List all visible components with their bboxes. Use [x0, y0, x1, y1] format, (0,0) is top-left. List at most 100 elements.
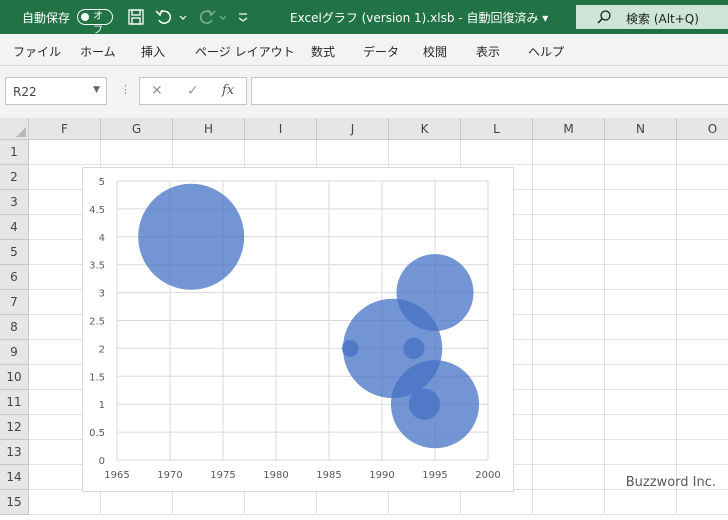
cell-l15[interactable] [461, 490, 533, 515]
tab-formulas[interactable]: 数式 [311, 43, 335, 60]
tab-home[interactable]: ホーム [80, 43, 116, 60]
cell-i15[interactable] [245, 490, 317, 515]
cell-o4[interactable] [677, 215, 728, 240]
cell-m1[interactable] [533, 140, 605, 165]
cell-m6[interactable] [533, 265, 605, 290]
row-header-10[interactable]: 10 [0, 365, 29, 390]
cell-n5[interactable] [605, 240, 677, 265]
cell-k1[interactable] [389, 140, 461, 165]
column-header-k[interactable]: K [389, 118, 461, 140]
cell-n8[interactable] [605, 315, 677, 340]
column-header-j[interactable]: J [317, 118, 389, 140]
cell-n13[interactable] [605, 440, 677, 465]
cell-o3[interactable] [677, 190, 728, 215]
column-header-f[interactable]: F [29, 118, 101, 140]
cell-o7[interactable] [677, 290, 728, 315]
row-header-7[interactable]: 7 [0, 290, 29, 315]
row-header-4[interactable]: 4 [0, 215, 29, 240]
row-header-5[interactable]: 5 [0, 240, 29, 265]
cell-o15[interactable] [677, 490, 728, 515]
cell-f1[interactable] [29, 140, 101, 165]
cell-m8[interactable] [533, 315, 605, 340]
row-header-15[interactable]: 15 [0, 490, 29, 515]
cell-m15[interactable] [533, 490, 605, 515]
undo-dropdown-icon[interactable] [178, 8, 188, 26]
document-title[interactable]: Excelグラフ (version 1).xlsb - 自動回復済み ▾ [290, 9, 548, 26]
name-box[interactable]: R22 ▼ [5, 77, 107, 105]
row-header-9[interactable]: 9 [0, 340, 29, 365]
cell-m11[interactable] [533, 390, 605, 415]
cell-n4[interactable] [605, 215, 677, 240]
row-header-12[interactable]: 12 [0, 415, 29, 440]
cell-i1[interactable] [245, 140, 317, 165]
column-header-o[interactable]: O [677, 118, 728, 140]
cell-o1[interactable] [677, 140, 728, 165]
cell-o13[interactable] [677, 440, 728, 465]
tab-insert[interactable]: 挿入 [141, 43, 165, 60]
cell-n7[interactable] [605, 290, 677, 315]
row-header-14[interactable]: 14 [0, 465, 29, 490]
cell-o6[interactable] [677, 265, 728, 290]
cell-m9[interactable] [533, 340, 605, 365]
cell-o2[interactable] [677, 165, 728, 190]
cell-h1[interactable] [173, 140, 245, 165]
cell-m4[interactable] [533, 215, 605, 240]
tab-data[interactable]: データ [363, 43, 399, 60]
cell-m5[interactable] [533, 240, 605, 265]
cell-o8[interactable] [677, 315, 728, 340]
row-header-6[interactable]: 6 [0, 265, 29, 290]
cell-o9[interactable] [677, 340, 728, 365]
cell-n11[interactable] [605, 390, 677, 415]
cell-h15[interactable] [173, 490, 245, 515]
cell-m13[interactable] [533, 440, 605, 465]
row-header-13[interactable]: 13 [0, 440, 29, 465]
cell-n3[interactable] [605, 190, 677, 215]
tab-help[interactable]: ヘルプ [528, 43, 564, 60]
cell-n15[interactable] [605, 490, 677, 515]
save-icon[interactable] [127, 8, 145, 26]
insert-function-icon[interactable]: fx [222, 83, 234, 98]
tab-file[interactable]: ファイル [13, 43, 61, 60]
cell-l1[interactable] [461, 140, 533, 165]
row-header-1[interactable]: 1 [0, 140, 29, 165]
cell-j15[interactable] [317, 490, 389, 515]
row-header-11[interactable]: 11 [0, 390, 29, 415]
cell-m14[interactable] [533, 465, 605, 490]
tab-review[interactable]: 校閲 [423, 43, 447, 60]
cell-m12[interactable] [533, 415, 605, 440]
row-header-2[interactable]: 2 [0, 165, 29, 190]
select-all-button[interactable] [0, 118, 29, 140]
cell-f15[interactable] [29, 490, 101, 515]
autosave-toggle[interactable]: オフ [77, 9, 113, 36]
cell-o5[interactable] [677, 240, 728, 265]
row-header-8[interactable]: 8 [0, 315, 29, 340]
cell-o11[interactable] [677, 390, 728, 415]
cell-k15[interactable] [389, 490, 461, 515]
cell-n12[interactable] [605, 415, 677, 440]
cell-n1[interactable] [605, 140, 677, 165]
column-header-i[interactable]: I [245, 118, 317, 140]
enter-icon[interactable]: ✓ [187, 83, 199, 99]
column-header-l[interactable]: L [461, 118, 533, 140]
cell-n10[interactable] [605, 365, 677, 390]
column-header-n[interactable]: N [605, 118, 677, 140]
cell-j1[interactable] [317, 140, 389, 165]
cell-g15[interactable] [101, 490, 173, 515]
cell-m2[interactable] [533, 165, 605, 190]
cell-g1[interactable] [101, 140, 173, 165]
column-header-h[interactable]: H [173, 118, 245, 140]
tab-view[interactable]: 表示 [476, 43, 500, 60]
undo-icon[interactable] [155, 8, 175, 26]
customize-toolbar-icon[interactable] [237, 8, 249, 26]
cell-o12[interactable] [677, 415, 728, 440]
tab-page-layout[interactable]: ページ レイアウト [195, 43, 295, 60]
row-header-3[interactable]: 3 [0, 190, 29, 215]
cell-n2[interactable] [605, 165, 677, 190]
cell-m7[interactable] [533, 290, 605, 315]
cell-m3[interactable] [533, 190, 605, 215]
bubble-chart[interactable]: 1965 1970 1975 1980 1985 1990 1995 2000 0 0.5 1 1.5… [82, 167, 514, 492]
cell-n9[interactable] [605, 340, 677, 365]
cell-o10[interactable] [677, 365, 728, 390]
cell-m10[interactable] [533, 365, 605, 390]
chevron-down-icon[interactable]: ▼ [93, 85, 100, 95]
